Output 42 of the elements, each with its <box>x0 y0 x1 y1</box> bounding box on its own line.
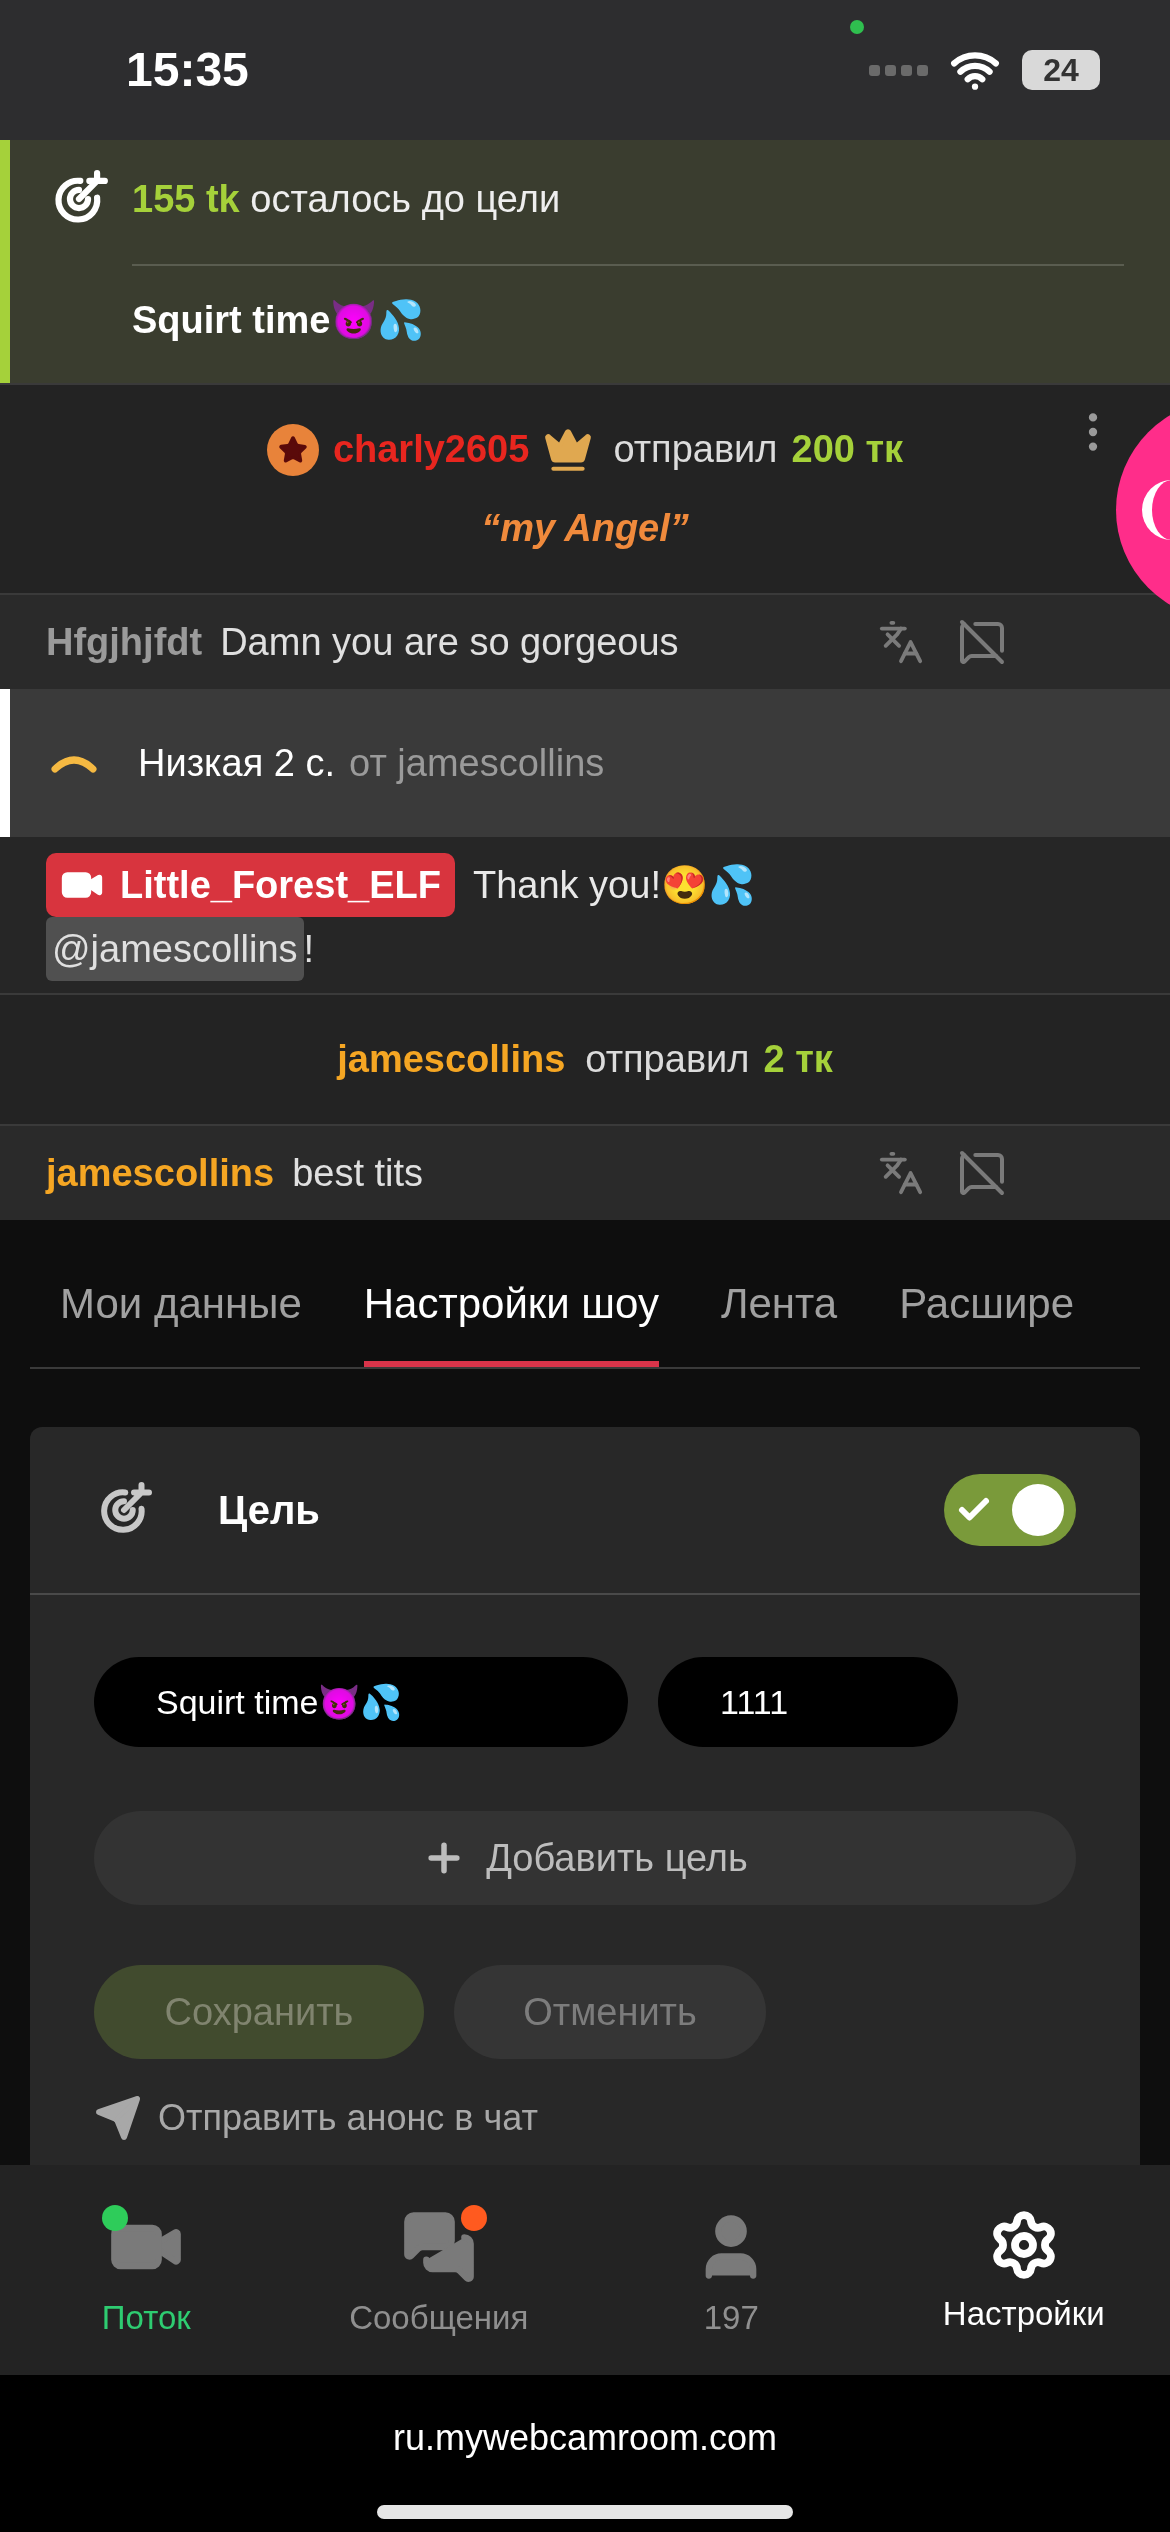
message-text: ! <box>303 927 315 972</box>
announce-link[interactable]: Отправить анонс в чат <box>94 2091 1076 2145</box>
mention[interactable]: @jamescollins <box>46 917 304 981</box>
translate-icon[interactable] <box>878 619 924 665</box>
nav-tab[interactable]: Поток <box>0 2209 293 2343</box>
card-title: Цель <box>218 1487 321 1534</box>
goal-remaining: 155 tk осталось до цели <box>132 176 561 222</box>
vibration-sender: от jamescollins <box>349 740 605 786</box>
username[interactable]: jamescollins <box>337 1031 566 1088</box>
nav-tab[interactable]: Сообщения <box>292 2209 585 2343</box>
message-text: Damn you are so gorgeous <box>220 619 680 665</box>
goal-amount-field[interactable]: 1111 <box>658 1657 958 1747</box>
username[interactable]: jamescollins <box>46 1144 275 1202</box>
message-text: best tits <box>292 1150 425 1196</box>
nav-tab[interactable]: 197 <box>585 2209 878 2343</box>
vibration-arc-icon <box>50 753 98 773</box>
tab[interactable]: Расшире <box>899 1272 1075 1367</box>
model-name-tag[interactable]: Little_Forest_ELF <box>46 853 455 917</box>
camera-indicator-icon <box>850 20 864 34</box>
send-icon <box>94 2094 142 2142</box>
message-text: Thank you!😍💦 <box>472 863 755 908</box>
tab[interactable]: Мои данные <box>60 1272 302 1367</box>
tab[interactable]: Настройки шоу <box>363 1272 659 1367</box>
username[interactable]: charly2605 <box>332 421 530 478</box>
translate-icon[interactable] <box>878 1150 924 1196</box>
hide-message-icon[interactable] <box>958 1149 1006 1197</box>
tip-amount: 2 тк <box>763 1037 833 1082</box>
tip-text: отправил <box>613 427 778 472</box>
tip-amount: 200 тк <box>791 427 904 472</box>
tab[interactable]: Лента <box>720 1272 838 1367</box>
username[interactable]: Hfgjhjfdt <box>46 613 203 671</box>
tip-text: отправил <box>585 1037 750 1082</box>
battery-icon: 24 <box>1022 50 1100 90</box>
hide-message-icon[interactable] <box>958 618 1006 666</box>
signal-icon <box>869 64 928 76</box>
tip-note: “my Angel” <box>481 506 689 551</box>
status-time: 15:35 <box>126 42 249 98</box>
nav-tab[interactable]: Настройки <box>877 2209 1170 2339</box>
goal-title: Squirt time😈💦 <box>132 299 425 341</box>
url-text: ru.mywebcamroom.com <box>392 2416 778 2460</box>
vibration-level: Низкая 2 с. <box>138 740 336 786</box>
add-goal-button[interactable]: Добавить цель <box>94 1811 1076 1905</box>
